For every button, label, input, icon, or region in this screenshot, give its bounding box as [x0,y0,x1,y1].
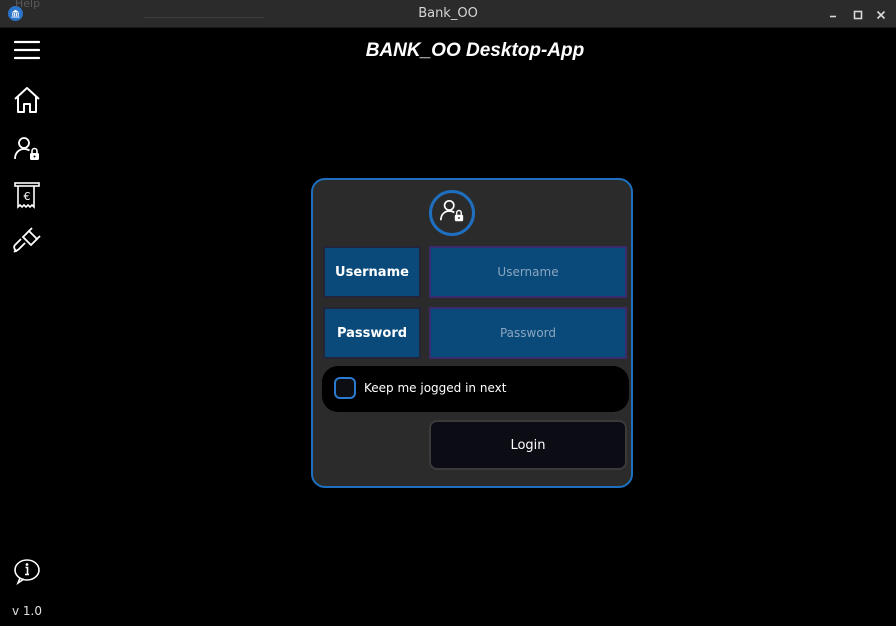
version-label: v 1.0 [12,604,42,618]
sidebar-item-home[interactable] [8,83,46,121]
window-titlebar: Help Bank_OO [0,0,896,28]
plug-icon [11,225,43,261]
sidebar-item-connection[interactable] [8,224,46,262]
page-title: BANK_OO Desktop-App [365,40,585,61]
svg-text:€: € [24,190,31,203]
sidebar-item-login[interactable] [8,132,46,170]
user-lock-icon [13,135,41,167]
maximize-button[interactable] [851,7,865,21]
info-bubble-icon [13,557,41,589]
keep-logged-in-label: Keep me jogged in next [364,381,507,395]
keep-logged-in-row: Keep me jogged in next [322,366,629,412]
sidebar: € [0,28,55,626]
window-title: Bank_OO [418,6,478,21]
sidebar-item-transactions[interactable]: € [8,178,46,216]
euro-receipt-icon: € [13,181,41,213]
minimize-button[interactable] [826,7,840,21]
login-card: Username Password Keep me jogged in next… [311,178,633,488]
home-icon [13,86,41,118]
login-button[interactable]: Login [429,420,627,470]
close-button[interactable] [874,7,888,21]
menu-button[interactable] [8,33,46,71]
username-label: Username [323,246,421,298]
info-button[interactable] [8,554,46,592]
hamburger-menu-icon [13,40,41,64]
username-input[interactable] [429,246,627,298]
password-label: Password [323,307,421,359]
login-avatar [429,190,475,236]
keep-logged-in-checkbox[interactable] [334,377,356,399]
password-input[interactable] [429,307,627,359]
user-lock-icon [439,198,465,228]
